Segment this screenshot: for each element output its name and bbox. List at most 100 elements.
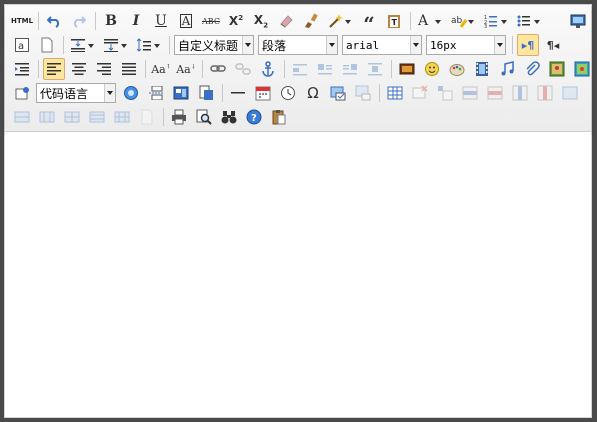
- horizontal-rule-button[interactable]: [227, 82, 249, 104]
- unlink-button[interactable]: [232, 58, 254, 80]
- font-family-select[interactable]: arial: [342, 35, 422, 55]
- unordered-list-button[interactable]: [514, 10, 544, 32]
- delete-table-button[interactable]: [409, 82, 431, 104]
- subscript-button[interactable]: X2: [250, 10, 272, 32]
- paperclip-icon: [526, 61, 540, 76]
- lowercase-button[interactable]: Aa↓: [175, 58, 197, 80]
- insert-col-button[interactable]: [509, 82, 531, 104]
- editor-content-area[interactable]: [5, 132, 591, 417]
- preview-button[interactable]: [193, 106, 215, 128]
- image-none-button[interactable]: [289, 58, 311, 80]
- select-all-button[interactable]: a: [11, 34, 33, 56]
- insert-para-before-table-button[interactable]: [434, 82, 456, 104]
- uppercase-button[interactable]: Aa↑: [150, 58, 172, 80]
- redo-button[interactable]: [68, 10, 90, 32]
- svg-text:ab: ab: [451, 16, 463, 26]
- font-size-select[interactable]: 16px: [426, 35, 506, 55]
- row-spacing-bottom-button[interactable]: [101, 34, 131, 56]
- wordimage-button[interactable]: [195, 82, 217, 104]
- fullscreen-icon: [570, 14, 586, 28]
- drafts-clear-button[interactable]: [136, 106, 158, 128]
- gmap-button[interactable]: [571, 58, 593, 80]
- insert-table-button[interactable]: [384, 82, 406, 104]
- toolbar-row-3: Aa↑ Aa↓: [11, 58, 596, 80]
- insert-frame-button[interactable]: [352, 82, 374, 104]
- frame-icon: [15, 87, 29, 100]
- music-button[interactable]: [496, 58, 518, 80]
- undo-button[interactable]: [43, 10, 65, 32]
- insert-code-button[interactable]: [120, 82, 142, 104]
- image-center-button[interactable]: [364, 58, 386, 80]
- ordered-list-button[interactable]: 123: [481, 10, 511, 32]
- split-to-cells-button[interactable]: [61, 106, 83, 128]
- date-button[interactable]: [252, 82, 274, 104]
- line-height-button[interactable]: [134, 34, 164, 56]
- link-button[interactable]: [207, 58, 229, 80]
- insert-image-button[interactable]: [396, 58, 418, 80]
- source-html-button[interactable]: HTML: [11, 10, 33, 32]
- split-to-rows-button[interactable]: [86, 106, 108, 128]
- strikethrough-button[interactable]: ABC: [200, 10, 222, 32]
- split-to-cols-button[interactable]: [111, 106, 133, 128]
- page-break-button[interactable]: [145, 82, 167, 104]
- eraser-button[interactable]: [275, 10, 297, 32]
- highlight-button[interactable]: ab: [448, 10, 478, 32]
- bold-button[interactable]: B: [100, 10, 122, 32]
- code-language-select[interactable]: 代码语言: [36, 83, 116, 103]
- help-button[interactable]: ?: [243, 106, 265, 128]
- template-button[interactable]: [170, 82, 192, 104]
- drafts-button[interactable]: [268, 106, 290, 128]
- custom-title-select[interactable]: 自定义标题: [174, 35, 254, 55]
- separator: [169, 36, 170, 54]
- fullscreen-button[interactable]: [567, 10, 589, 32]
- merge-cells-button[interactable]: [559, 82, 581, 104]
- special-chars-button[interactable]: Ω: [302, 82, 324, 104]
- video-button[interactable]: [471, 58, 493, 80]
- format-brush-button[interactable]: [300, 10, 322, 32]
- chevron-down-icon: [104, 84, 115, 102]
- background-button[interactable]: [327, 82, 349, 104]
- indent-button[interactable]: [11, 58, 33, 80]
- delete-row-icon: [487, 86, 503, 100]
- font-color-button[interactable]: A: [415, 10, 445, 32]
- rtl-button[interactable]: ¶◂: [542, 34, 564, 56]
- redo-icon: [73, 16, 86, 28]
- align-justify-button[interactable]: [118, 58, 140, 80]
- align-center-button[interactable]: [68, 58, 90, 80]
- merge-right-button[interactable]: [11, 106, 33, 128]
- separator: [410, 12, 411, 30]
- map-button[interactable]: [546, 58, 568, 80]
- frame-button[interactable]: [11, 82, 33, 104]
- scrawl-button[interactable]: [446, 58, 468, 80]
- delete-row-button[interactable]: [484, 82, 506, 104]
- clear-doc-button[interactable]: [36, 34, 58, 56]
- align-left-button[interactable]: [43, 58, 65, 80]
- paragraph-select[interactable]: 段落: [258, 35, 338, 55]
- ltr-button[interactable]: ▸¶: [517, 34, 539, 56]
- separator: [63, 36, 64, 54]
- svg-text:a: a: [18, 41, 24, 52]
- insert-row-button[interactable]: [459, 82, 481, 104]
- anchor-button[interactable]: [257, 58, 279, 80]
- search-replace-button[interactable]: [218, 106, 240, 128]
- image-left-button[interactable]: [314, 58, 336, 80]
- image-right-button[interactable]: [339, 58, 361, 80]
- rtl-icon: ¶◂: [546, 38, 560, 52]
- time-button[interactable]: [277, 82, 299, 104]
- emotion-button[interactable]: [421, 58, 443, 80]
- row-spacing-top-button[interactable]: [68, 34, 98, 56]
- merge-down-button[interactable]: [36, 106, 58, 128]
- print-button[interactable]: [168, 106, 190, 128]
- underline-button[interactable]: U: [150, 10, 172, 32]
- align-right-button[interactable]: [93, 58, 115, 80]
- attachment-button[interactable]: [521, 58, 543, 80]
- blockquote-button[interactable]: “: [358, 10, 380, 34]
- italic-button[interactable]: I: [125, 10, 147, 32]
- clock-icon: [281, 86, 295, 100]
- paste-plain-button[interactable]: T: [383, 10, 405, 32]
- delete-col-button[interactable]: [534, 82, 556, 104]
- superscript-button[interactable]: X2: [225, 10, 247, 32]
- image-none-icon: [293, 64, 307, 76]
- font-border-button[interactable]: A: [175, 10, 197, 32]
- autotype-button[interactable]: [325, 10, 355, 32]
